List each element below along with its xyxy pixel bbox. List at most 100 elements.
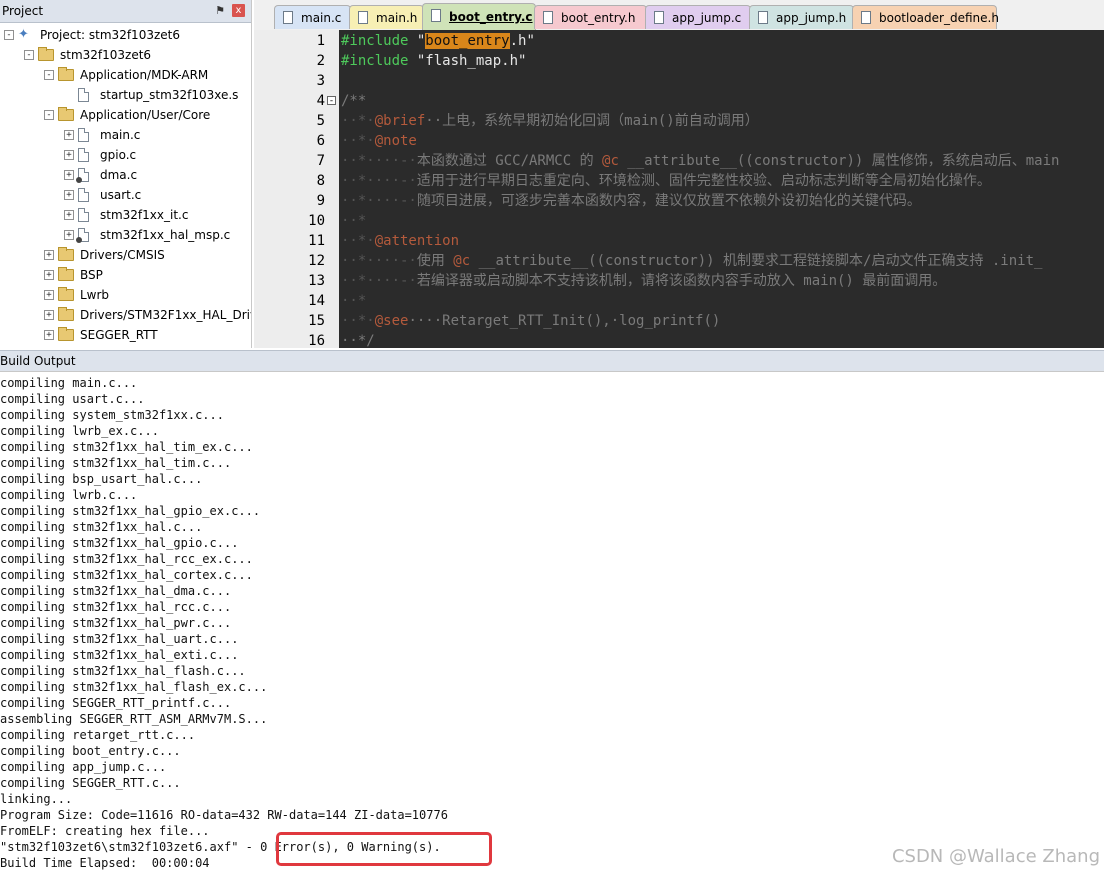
file-icon <box>358 11 368 24</box>
code-token: ··*· <box>341 313 375 329</box>
tree-item[interactable]: + Drivers/CMSIS <box>0 245 251 265</box>
line-number: 1 <box>316 33 325 49</box>
expand-toggle-icon[interactable]: + <box>44 310 54 320</box>
collapse-toggle-icon[interactable]: - <box>4 30 14 40</box>
tree-item[interactable]: + dma.c <box>0 165 251 185</box>
code-line[interactable]: #include "flash_map.h" <box>341 51 526 71</box>
tree-item-label: gpio.c <box>100 148 137 162</box>
tab-boot-entry-h[interactable]: boot_entry.h <box>534 5 647 29</box>
collapse-toggle-icon[interactable]: - <box>44 110 54 120</box>
tree-item[interactable]: + stm32f1xx_it.c <box>0 205 251 225</box>
close-panel-icon[interactable]: x <box>232 4 245 17</box>
code-line[interactable]: ··*·@attention <box>341 231 459 251</box>
tab-label: boot_entry.c <box>449 10 533 24</box>
expand-toggle-icon[interactable]: + <box>64 130 74 140</box>
line-number: 5 <box>316 113 325 129</box>
expand-toggle-icon[interactable]: + <box>64 210 74 220</box>
tree-item-label: Application/MDK-ARM <box>80 68 209 82</box>
tree-item[interactable]: - Application/MDK-ARM <box>0 65 251 85</box>
code-line[interactable]: #include "boot_entry.h" <box>341 31 535 51</box>
build-output-title: Build Output <box>0 354 76 368</box>
tree-item-label: dma.c <box>100 168 138 182</box>
tree-item[interactable]: + usart.c <box>0 185 251 205</box>
tree-item[interactable]: + BSP <box>0 265 251 285</box>
build-log-line: compiling stm32f1xx_hal_tim_ex.c... <box>0 440 253 454</box>
line-number: 6 <box>316 133 325 149</box>
code-line[interactable]: ··*/ <box>341 331 375 348</box>
code-line[interactable]: ··*····-·随项目进展，可逐步完善本函数内容，建议仅放置不依赖外设初始化的… <box>341 191 921 211</box>
code-token: ··* <box>341 293 367 309</box>
tree-item[interactable]: + Lwrb <box>0 285 251 305</box>
code-line[interactable]: ··*·@note <box>341 131 417 151</box>
build-output-log[interactable]: compiling main.c... compiling usart.c... c… <box>0 375 1104 871</box>
code-token: ··*····-· <box>341 173 417 189</box>
tree-item[interactable]: + SEGGER_RTT <box>0 325 251 345</box>
code-token: __attribute__((constructor)) 属性修饰，系统启动后、… <box>618 153 1060 169</box>
line-number: 15 <box>308 313 325 329</box>
build-log-line: compiling stm32f1xx_hal_flash_ex.c... <box>0 680 268 694</box>
build-log-line: compiling app_jump.c... <box>0 760 167 774</box>
pin-icon[interactable]: ⚑ <box>215 0 225 22</box>
tree-item[interactable]: + stm32f1xx_hal_msp.c <box>0 225 251 245</box>
file-icon <box>78 188 89 202</box>
tab-bootloader-define-h[interactable]: bootloader_define.h <box>852 5 999 29</box>
tree-item[interactable]: + Drivers/STM32F1xx_HAL_Driver <box>0 305 251 325</box>
code-line[interactable]: ··*·@brief··上电，系统早期初始化回调（main()前自动调用） <box>341 111 759 131</box>
folder-icon <box>58 327 74 341</box>
expand-toggle-icon[interactable]: + <box>44 330 54 340</box>
code-token: @brief <box>374 113 426 129</box>
expand-toggle-icon[interactable]: + <box>44 250 54 260</box>
tree-item[interactable]: - stm32f103zet6 <box>0 45 251 65</box>
code-line[interactable]: ··*····-·使用 @c __attribute__((constructo… <box>341 251 1042 271</box>
code-line[interactable]: /** <box>341 91 366 111</box>
build-log-line: compiling usart.c... <box>0 392 145 406</box>
project-panel-header: Project ⚑ x <box>0 0 251 23</box>
folder-icon <box>58 247 74 261</box>
code-token: ··上电，系统早期初始化回调（main()前自动调用） <box>425 113 759 129</box>
tab-app-jump-h[interactable]: app_jump.h <box>749 5 854 29</box>
code-line[interactable]: ··*····-·若编译器或启动脚本不支持该机制，请将该函数内容手动放入 mai… <box>341 271 946 291</box>
code-line[interactable]: ··*····-·本函数通过 GCC/ARMCC 的 @c __attribut… <box>341 151 1059 171</box>
fold-toggle-icon[interactable]: - <box>327 96 336 106</box>
tab-main-c[interactable]: main.c <box>274 5 351 29</box>
file-icon <box>78 128 89 142</box>
file-icon <box>543 11 553 24</box>
line-number: 16 <box>308 333 325 348</box>
tab-boot-entry-c[interactable]: boot_entry.c <box>422 3 536 30</box>
tree-item[interactable]: startup_stm32f103xe.s <box>0 85 251 105</box>
collapse-toggle-icon[interactable]: - <box>24 50 34 60</box>
build-log-line: compiling stm32f1xx_hal_rcc.c... <box>0 600 232 614</box>
line-number: 8 <box>316 173 325 189</box>
expand-toggle-icon[interactable]: + <box>64 150 74 160</box>
tab-app-jump-c[interactable]: app_jump.c <box>645 5 751 29</box>
code-area[interactable]: #include "boot_entry.h" #include "flash_m… <box>341 30 1104 348</box>
build-log-line: compiling system_stm32f1xx.c... <box>0 408 224 422</box>
code-line[interactable]: ··*·@see····Retarget_RTT_Init(),·log_pri… <box>341 311 720 331</box>
code-token: ····Retarget_RTT_Init(),·log_printf() <box>408 313 721 329</box>
expand-toggle-icon[interactable]: + <box>64 190 74 200</box>
build-log-line: compiling stm32f1xx_hal_cortex.c... <box>0 568 253 582</box>
build-log-line: compiling bsp_usart_hal.c... <box>0 472 203 486</box>
tree-item[interactable]: - Application/User/Core <box>0 105 251 125</box>
expand-toggle-icon[interactable]: + <box>44 290 54 300</box>
expand-toggle-icon[interactable]: + <box>64 230 74 240</box>
build-log-line: compiling stm32f1xx_hal_gpio_ex.c... <box>0 504 261 518</box>
error-summary-highlight <box>276 832 492 866</box>
collapse-toggle-icon[interactable]: - <box>44 70 54 80</box>
code-token: __attribute__((constructor)) 机制要求工程链接脚本/… <box>470 253 1043 269</box>
expand-toggle-icon[interactable]: + <box>44 270 54 280</box>
code-token: #include <box>341 53 417 69</box>
code-token: @c <box>453 253 471 269</box>
code-token: 使用 <box>416 253 454 269</box>
code-line[interactable]: ··* <box>341 291 366 311</box>
code-line[interactable]: ··* <box>341 211 366 231</box>
tree-item-label: stm32f103zet6 <box>60 48 152 62</box>
file-icon <box>431 9 441 22</box>
code-line[interactable]: ··*····-·适用于进行早期日志重定向、环境检测、固件完整性校验、启动标志判… <box>341 171 991 191</box>
code-editor[interactable]: 1 2 3 4 5 6 7 8 9 10 11 12 13 14 15 16- #include "boot_… <box>254 30 1104 348</box>
expand-toggle-icon[interactable]: + <box>64 170 74 180</box>
tree-item[interactable]: + gpio.c <box>0 145 251 165</box>
tab-main-h[interactable]: main.h <box>349 5 424 29</box>
tree-item[interactable]: + main.c <box>0 125 251 145</box>
tree-item[interactable]: - ✦ Project: stm32f103zet6 <box>0 25 251 45</box>
